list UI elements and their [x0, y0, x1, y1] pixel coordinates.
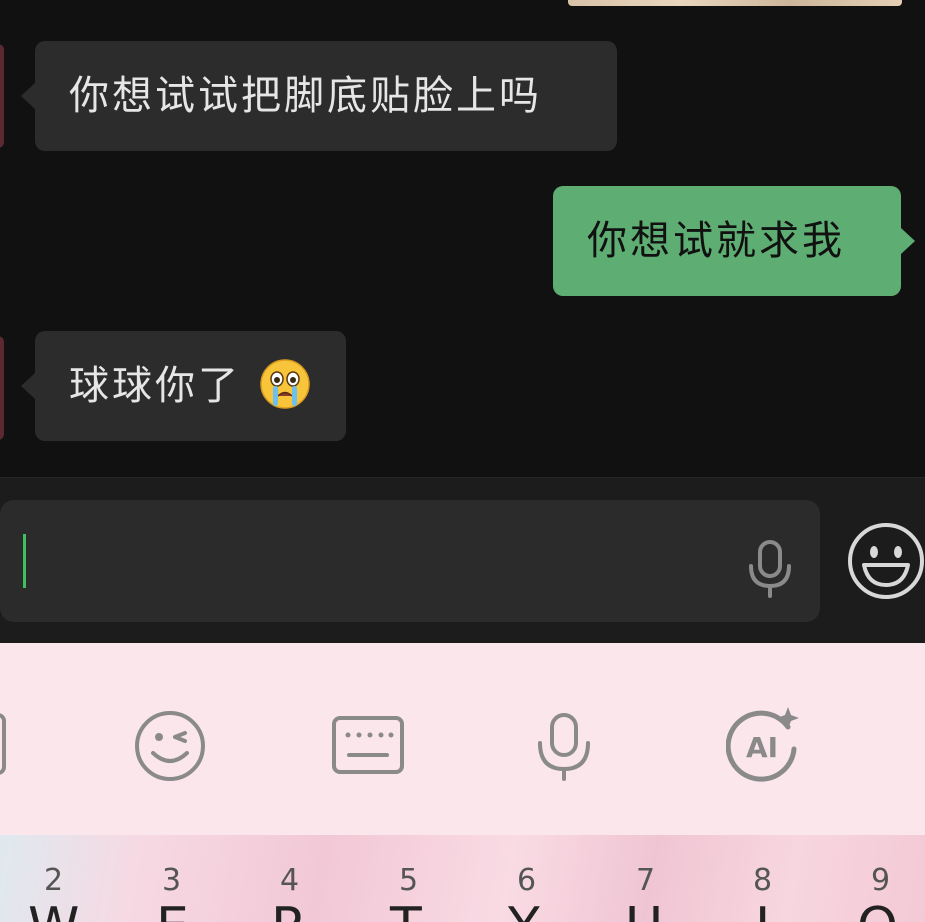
- contact-avatar[interactable]: [0, 44, 4, 148]
- clipboard-icon[interactable]: [0, 713, 6, 775]
- key-o[interactable]: O: [857, 897, 898, 922]
- key-r[interactable]: R: [271, 897, 307, 922]
- key-i[interactable]: I: [755, 897, 770, 922]
- key-e[interactable]: E: [156, 897, 189, 922]
- message-text: 你想试试把脚底贴脸上吗: [69, 73, 542, 119]
- microphone-icon[interactable]: [534, 711, 594, 783]
- message-input[interactable]: [0, 500, 820, 622]
- svg-text:AI: AI: [746, 731, 778, 764]
- key-number-hint: 4: [280, 863, 300, 898]
- wink-emoji-icon[interactable]: [133, 709, 207, 783]
- keyboard: AI 2 3 4 5 6 7 8 9 W E R T Y U I O: [0, 643, 925, 922]
- key-t[interactable]: T: [390, 897, 422, 922]
- message-text: 你想试就求我: [587, 218, 845, 264]
- message-bubble-incoming[interactable]: 球球你了: [21, 331, 346, 441]
- text-caret: [23, 534, 26, 588]
- loudly-crying-face-emoji: [259, 359, 310, 409]
- message-input-bar: [0, 477, 925, 643]
- ai-sparkle-icon[interactable]: AI: [726, 705, 804, 785]
- keyboard-icon[interactable]: [331, 715, 405, 775]
- key-number-hint: 2: [44, 863, 64, 898]
- microphone-icon[interactable]: [742, 538, 798, 602]
- key-number-hint: 6: [517, 863, 537, 898]
- key-number-hint: 7: [636, 863, 656, 898]
- message-bubble-incoming[interactable]: 你想试试把脚底贴脸上吗: [21, 41, 617, 151]
- message-bubble-outgoing[interactable]: 你想试就求我: [553, 186, 915, 296]
- key-w[interactable]: W: [28, 897, 79, 922]
- image-message-thumbnail[interactable]: [568, 0, 902, 6]
- key-number-hint: 9: [871, 863, 891, 898]
- key-y[interactable]: Y: [508, 897, 540, 922]
- key-u[interactable]: U: [625, 897, 663, 922]
- contact-avatar[interactable]: [0, 336, 4, 440]
- keyboard-keys: 2 3 4 5 6 7 8 9 W E R T Y U I O: [0, 835, 925, 922]
- key-number-hint: 8: [753, 863, 773, 898]
- message-text: 球球你了: [69, 363, 241, 409]
- chat-area: 你想试试把脚底贴脸上吗 你想试就求我 球球你了: [0, 0, 925, 477]
- key-number-hint: 3: [162, 863, 182, 898]
- smiley-face-icon[interactable]: [846, 521, 925, 601]
- key-number-hint: 5: [399, 863, 419, 898]
- keyboard-toolbar: AI: [0, 643, 925, 835]
